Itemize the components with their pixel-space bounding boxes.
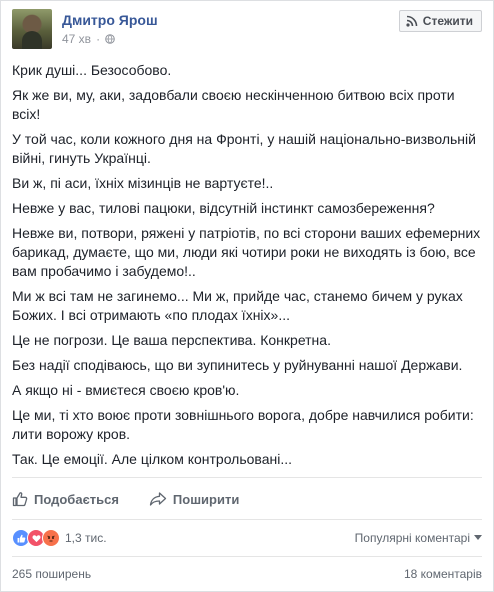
comments-count[interactable]: 18 коментарів bbox=[404, 567, 482, 581]
follow-label: Стежити bbox=[422, 14, 473, 28]
post-time[interactable]: 47 хв bbox=[62, 32, 91, 46]
comment-sort-dropdown[interactable]: Популярні коментарі bbox=[355, 531, 482, 545]
caret-down-icon bbox=[474, 535, 482, 540]
divider bbox=[12, 477, 482, 478]
share-label: Поширити bbox=[172, 491, 240, 507]
follow-button[interactable]: Стежити bbox=[398, 10, 482, 32]
post-paragraph: Невже ви, потвори, ряжені у патріотів, п… bbox=[12, 225, 481, 279]
post-paragraph: А якщо ні - вмиєтеся своєю кров'ю. bbox=[12, 382, 240, 398]
avatar[interactable] bbox=[12, 9, 52, 49]
post-paragraph: Без надії сподіваюсь, що ви зупинитесь у… bbox=[12, 357, 463, 373]
post-paragraph: Ви ж, пі аси, їхніх мізинців не вартуєте… bbox=[12, 175, 274, 191]
post-paragraph: Як же ви, му, аки, задовбали своєю нескі… bbox=[12, 87, 455, 122]
post-meta: 47 хв · bbox=[62, 32, 115, 46]
rss-icon bbox=[406, 15, 418, 27]
post-paragraph: Ми ж всі там не загинемо... Ми ж, прийде… bbox=[12, 288, 463, 323]
dot-separator: · bbox=[96, 32, 101, 46]
divider bbox=[12, 519, 482, 520]
share-arrow-icon bbox=[149, 492, 167, 506]
post-header: Дмитро Ярош 47 хв · Стежити bbox=[12, 9, 482, 49]
author-name[interactable]: Дмитро Ярош bbox=[62, 12, 158, 28]
post-card: Дмитро Ярош 47 хв · Стежити Крик душі...… bbox=[0, 0, 494, 592]
post-paragraph: Невже у вас, тилові пацюки, відсутній ін… bbox=[12, 200, 435, 216]
thumbs-up-icon bbox=[12, 492, 28, 507]
post-stats: 265 поширень 18 коментарів bbox=[12, 567, 482, 581]
post-paragraph: Це не погрози. Це ваша перспектива. Конк… bbox=[12, 332, 331, 348]
post-paragraph: Так. Це емоції. Але цілком контрольовані… bbox=[12, 451, 293, 467]
post-content: Крик душі... Безособово. Як же ви, му, а… bbox=[12, 61, 484, 475]
like-label: Подобається bbox=[34, 491, 119, 507]
post-paragraph: У той час, коли кожного дня на Фронті, у… bbox=[12, 131, 476, 166]
share-button[interactable]: Поширити bbox=[149, 488, 239, 510]
like-button[interactable]: Подобається bbox=[12, 488, 119, 510]
reactions-row: 1,3 тис. Популярні коментарі bbox=[12, 528, 482, 548]
reaction-count[interactable]: 1,3 тис. bbox=[65, 531, 107, 545]
globe-icon bbox=[105, 34, 115, 44]
sort-label: Популярні коментарі bbox=[354, 531, 470, 545]
action-bar: Подобається Поширити bbox=[12, 488, 482, 510]
post-paragraph: Крик душі... Безособово. bbox=[12, 62, 172, 78]
post-paragraph: Це ми, ті хто воює проти зовнішнього вор… bbox=[12, 407, 474, 442]
angry-reaction-icon[interactable] bbox=[42, 529, 60, 547]
shares-count[interactable]: 265 поширень bbox=[12, 567, 91, 581]
divider bbox=[12, 556, 482, 557]
